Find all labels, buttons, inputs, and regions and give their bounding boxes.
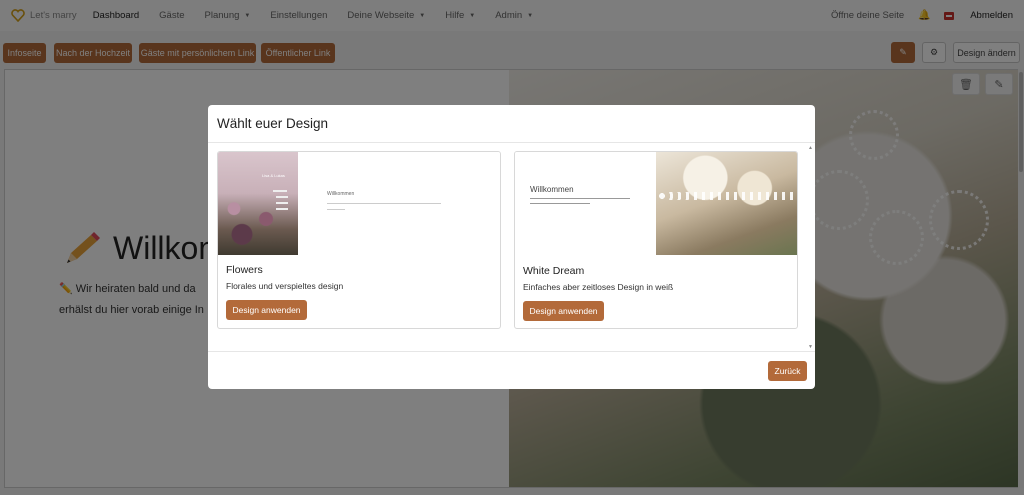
preview-names: Lisa & Lukas — [262, 173, 285, 178]
design-description: Florales und verspieltes design — [226, 281, 344, 291]
modal-footer: Zurück — [208, 351, 815, 389]
design-name: White Dream — [523, 265, 585, 277]
apply-design-button[interactable]: Design anwenden — [523, 301, 604, 321]
white-dream-preview-image — [656, 152, 797, 255]
design-description: Einfaches aber zeitloses Design in weiß — [523, 282, 674, 292]
white-dream-preview: Willkommen — [515, 152, 797, 255]
back-button[interactable]: Zurück — [768, 361, 807, 381]
scroll-up-icon[interactable]: ▲ — [808, 145, 813, 151]
white-dream-preview-heading: Willkommen — [530, 185, 574, 194]
apply-design-button[interactable]: Design anwenden — [226, 300, 307, 320]
modal-header: Wählt euer Design — [208, 105, 815, 143]
modal-scrollbar[interactable]: ▲ ▼ — [807, 143, 815, 352]
modal-title: Wählt euer Design — [217, 116, 329, 131]
flowers-preview: Lisa & Lukas Willkommen — [218, 152, 500, 255]
flowers-preview-image: Lisa & Lukas — [218, 152, 298, 255]
modal-body: Lisa & Lukas Willkommen Flowers Florales… — [208, 143, 815, 352]
scroll-down-icon[interactable]: ▼ — [808, 344, 813, 350]
design-name: Flowers — [226, 264, 263, 276]
flowers-preview-heading: Willkommen — [327, 191, 355, 197]
design-card-white-dream: Willkommen White Dream Einfaches aber ze… — [514, 151, 798, 329]
design-modal: Wählt euer Design Lisa & Lukas Willkomme… — [208, 105, 815, 389]
design-card-flowers: Lisa & Lukas Willkommen Flowers Florales… — [217, 151, 501, 329]
